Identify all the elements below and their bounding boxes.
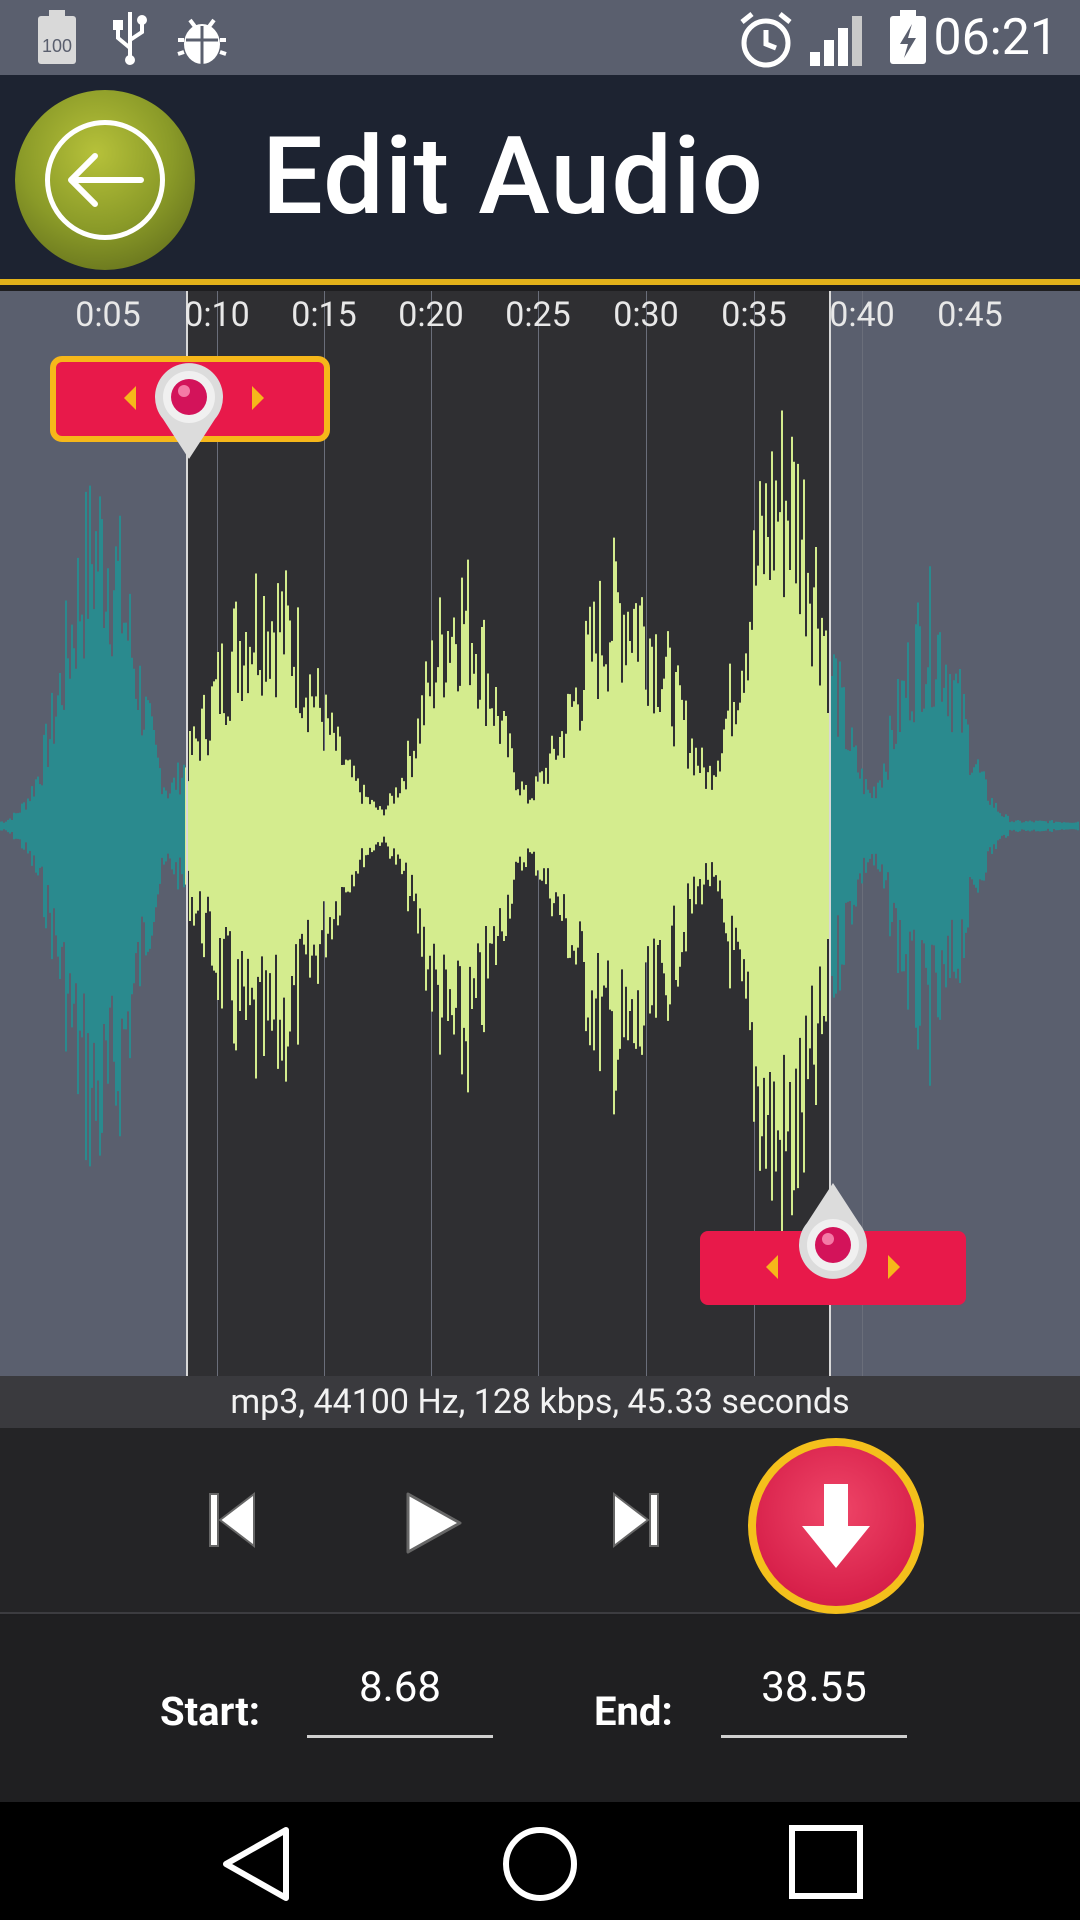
start-label: Start:	[160, 1688, 260, 1735]
chevron-right-icon	[252, 386, 264, 410]
waveform-editor[interactable]: 0:05 0:10 0:15 0:20 0:25 0:30 0:35 0:40 …	[0, 291, 1080, 1376]
start-pin-icon[interactable]	[149, 361, 229, 461]
nav-recents-icon[interactable]	[788, 1824, 864, 1900]
play-icon[interactable]	[404, 1490, 464, 1556]
chevron-left-icon	[766, 1255, 778, 1279]
audio-info-text: mp3, 44100 Hz, 128 kbps, 45.33 seconds	[230, 1382, 850, 1422]
timeline-tick-label: 0:40	[829, 295, 895, 335]
back-button[interactable]	[15, 90, 195, 270]
start-time-field[interactable]: 8.68	[307, 1658, 493, 1738]
alarm-icon	[740, 12, 792, 68]
timeline-tick-label: 0:25	[505, 295, 571, 335]
playback-controls	[0, 1428, 1080, 1614]
timeline-tick-label: 0:45	[937, 295, 1003, 335]
trim-range-panel: Start: 8.68 End: 38.55	[0, 1616, 1080, 1802]
app-header: Edit Audio	[0, 75, 1080, 285]
svg-text:100: 100	[42, 36, 72, 56]
timeline-tick-label: 0:05	[75, 295, 141, 335]
timeline-tick-label: 0:20	[398, 295, 464, 335]
audio-info-bar: mp3, 44100 Hz, 128 kbps, 45.33 seconds	[0, 1376, 1080, 1428]
chevron-left-icon	[124, 386, 136, 410]
usb-icon	[113, 12, 147, 65]
battery-charging-icon	[890, 10, 926, 64]
save-button-face	[756, 1446, 916, 1606]
battery-full-icon: 100	[38, 10, 76, 64]
status-time: 06:21	[933, 9, 1058, 67]
timeline-tick-label: 0:10	[184, 295, 250, 335]
save-button[interactable]	[748, 1438, 924, 1614]
nav-back-icon[interactable]	[218, 1824, 292, 1904]
download-arrow-icon	[802, 1484, 870, 1568]
debug-bug-icon	[177, 18, 227, 64]
status-bar: 100 06:21	[0, 0, 1080, 75]
arrow-left-icon	[68, 153, 144, 207]
page-title: Edit Audio	[262, 114, 764, 240]
skip-next-icon[interactable]	[610, 1490, 660, 1550]
end-label: End:	[594, 1688, 673, 1735]
timeline-tick-label: 0:30	[613, 295, 679, 335]
chevron-right-icon	[888, 1255, 900, 1279]
end-time-field[interactable]: 38.55	[721, 1658, 907, 1738]
timeline-tick-label: 0:15	[291, 295, 357, 335]
signal-icon	[810, 16, 862, 66]
nav-home-icon[interactable]	[500, 1824, 580, 1904]
end-pin-icon[interactable]	[793, 1181, 873, 1281]
system-nav-bar	[0, 1802, 1080, 1920]
skip-previous-icon[interactable]	[208, 1490, 258, 1550]
timeline-tick-label: 0:35	[721, 295, 787, 335]
